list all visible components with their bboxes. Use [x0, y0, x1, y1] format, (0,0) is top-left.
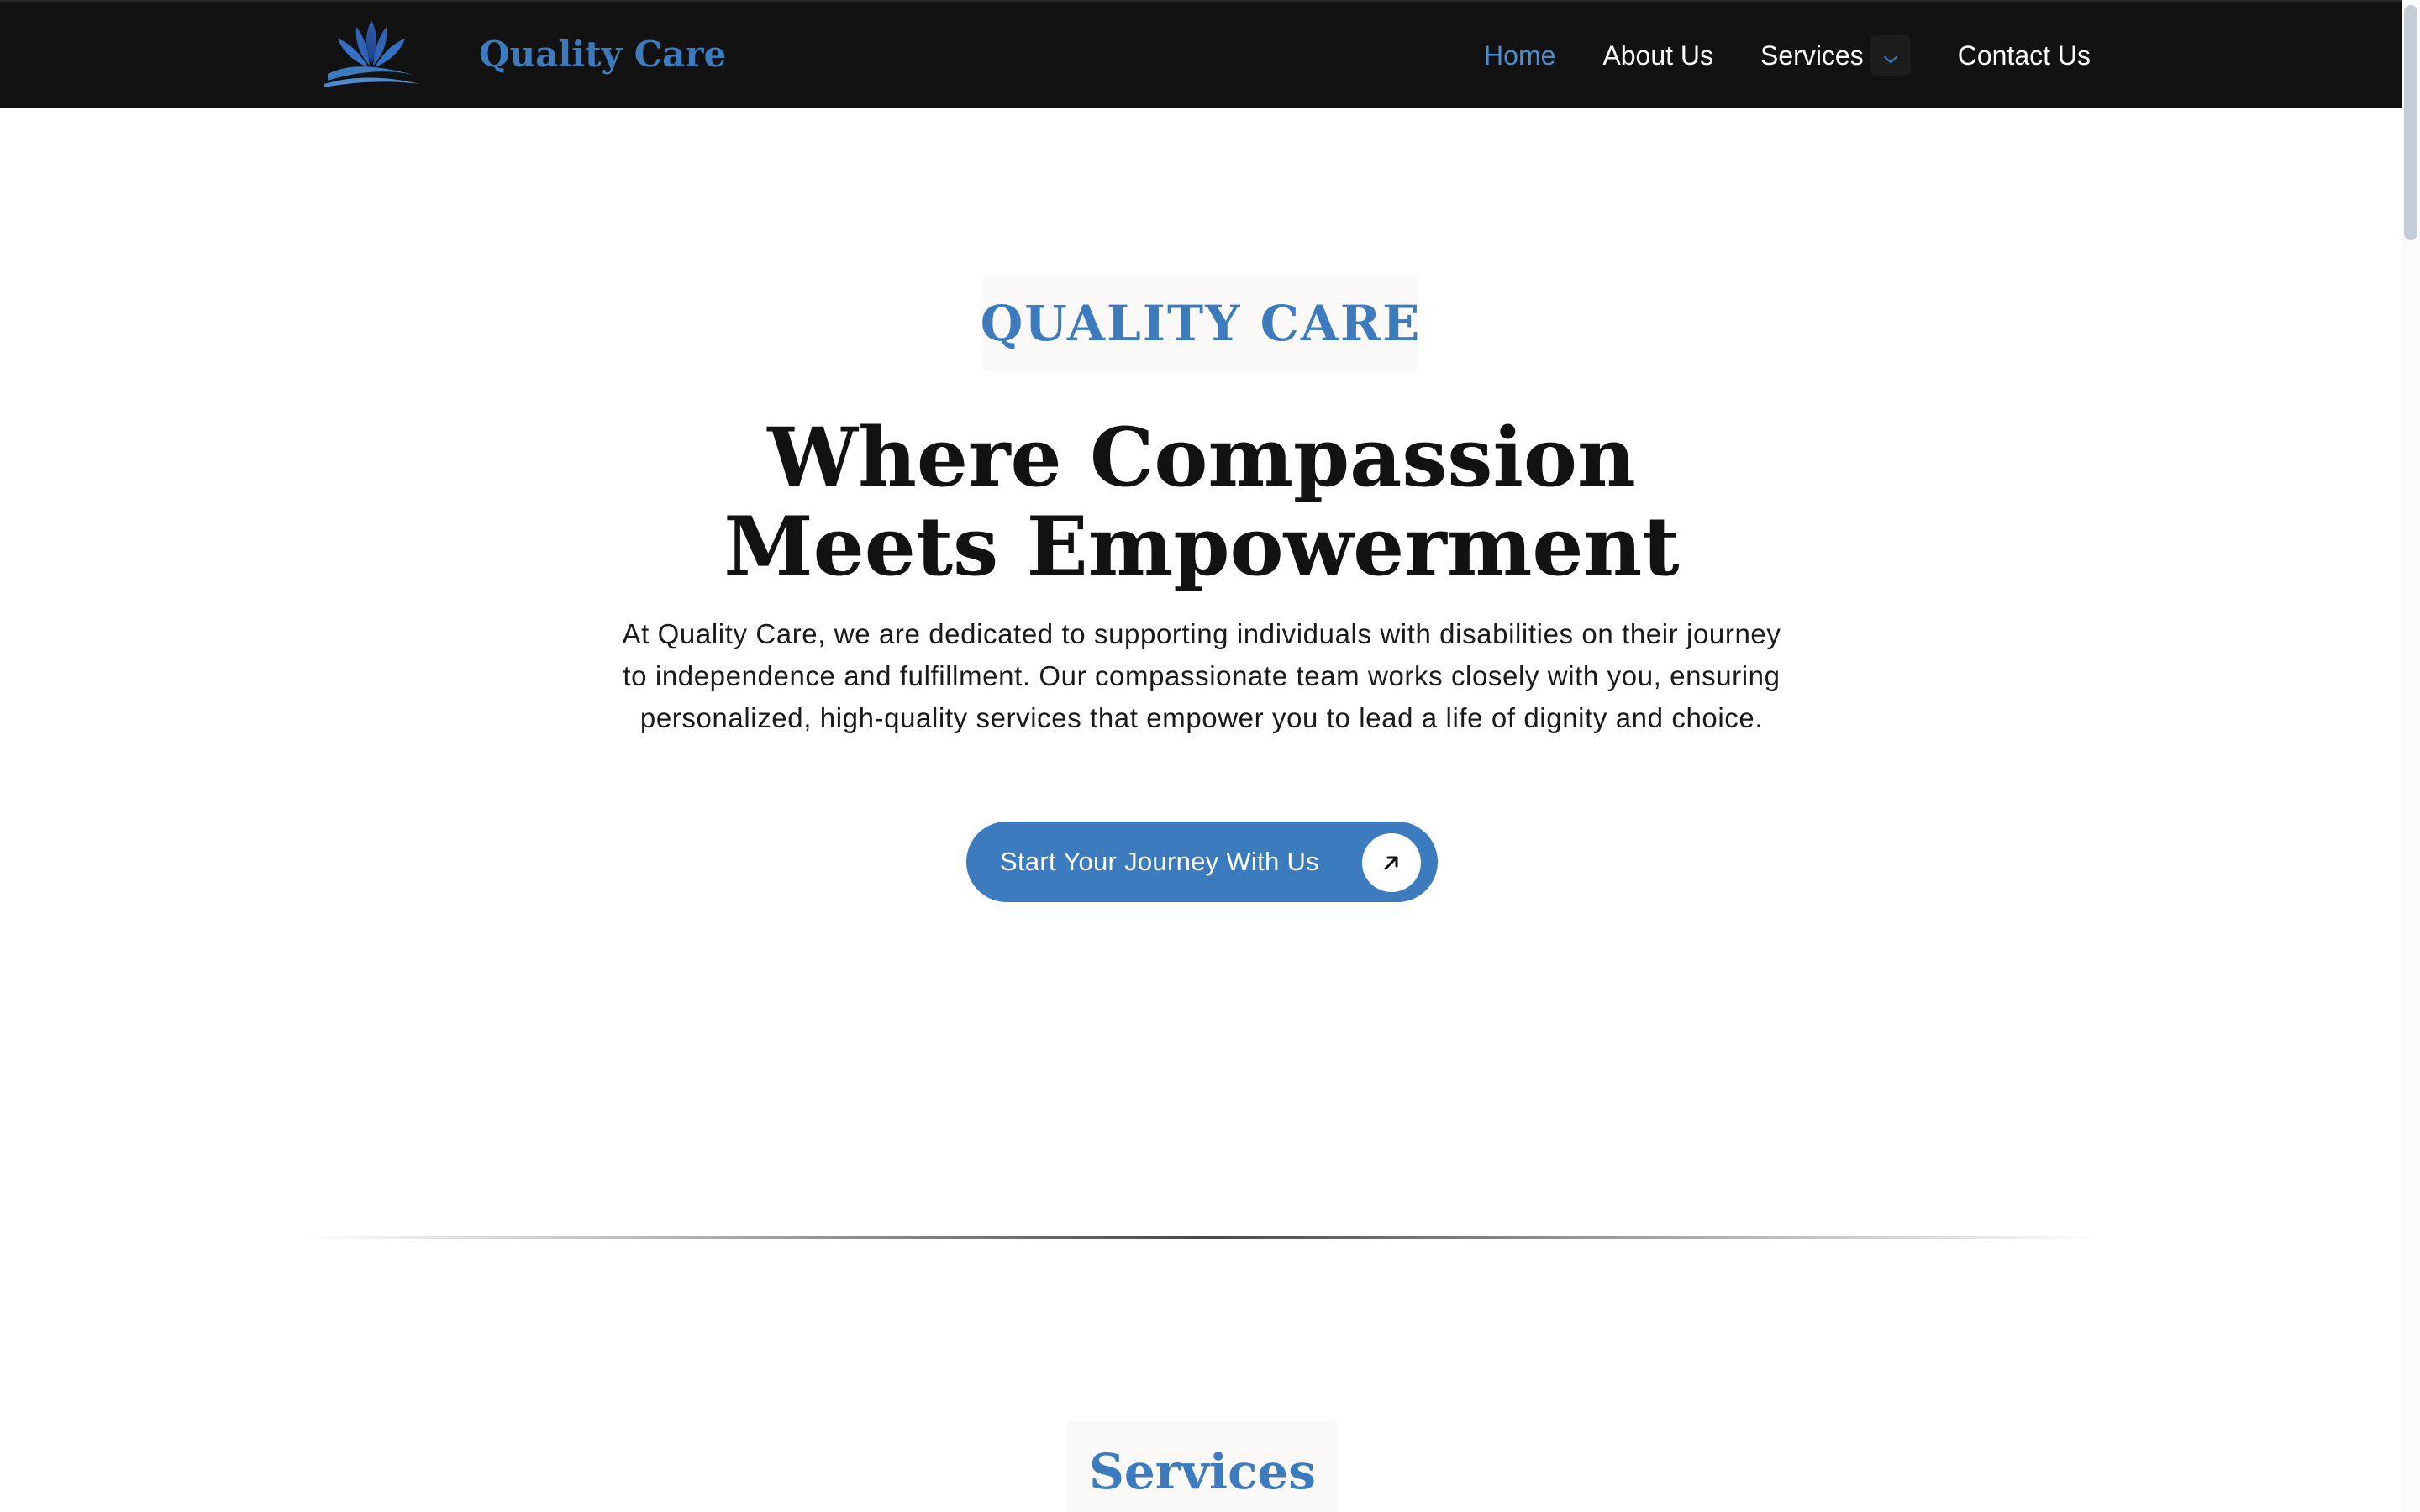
nav-services-link[interactable]: Services — [1760, 40, 1864, 71]
services-heading: Services — [1067, 1421, 1338, 1512]
hero-description: At Quality Care, we are dedicated to sup… — [622, 618, 1781, 733]
brand-name[interactable]: Quality Care — [479, 27, 726, 82]
services-dropdown-toggle[interactable] — [1870, 35, 1911, 76]
hero-title-line: Where Compassion — [767, 410, 1636, 505]
arrow-up-right-icon — [1362, 833, 1421, 892]
nav-home-link[interactable]: Home — [1484, 40, 1555, 71]
hero-eyebrow-tag: QUALITY CARE — [981, 276, 1419, 371]
main-nav: Home About Us Services Contact Us — [1484, 29, 2091, 82]
section-divider — [302, 1236, 2101, 1239]
hero-title: Where Compassion Meets Empowerment — [538, 413, 1865, 591]
chevron-down-icon — [1882, 40, 1899, 71]
cta-label: Start Your Journey With Us — [1000, 847, 1319, 876]
start-journey-button[interactable]: Start Your Journey With Us — [966, 822, 1438, 902]
nav-services-group: Services — [1760, 35, 1911, 76]
page-scrollbar[interactable] — [2402, 0, 2420, 1512]
site-header: Quality Care Home About Us Services Cont… — [0, 0, 2402, 108]
lotus-icon[interactable] — [323, 15, 422, 89]
scrollbar-thumb[interactable] — [2404, 5, 2417, 240]
hero-title-line: Meets Empowerment — [723, 499, 1680, 594]
nav-contact-link[interactable]: Contact Us — [1958, 40, 2091, 71]
nav-about-link[interactable]: About Us — [1602, 40, 1713, 71]
